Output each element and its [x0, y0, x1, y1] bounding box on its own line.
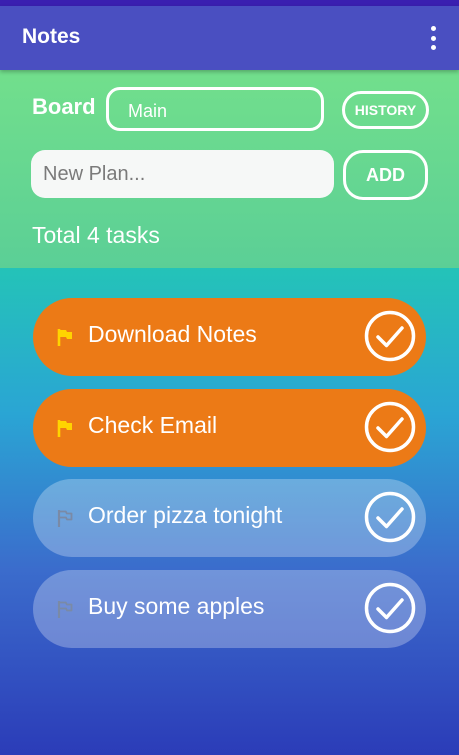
check-circle-icon[interactable]	[364, 491, 416, 543]
flag-outline-icon[interactable]	[55, 599, 75, 619]
control-panel: Board Main HISTORY ADD Total 4 tasks	[0, 70, 459, 268]
add-button[interactable]: ADD	[343, 150, 428, 200]
history-button[interactable]: HISTORY	[342, 91, 429, 129]
board-label: Board	[32, 94, 96, 119]
more-options-icon[interactable]	[423, 26, 443, 50]
task-label: Check Email	[88, 412, 218, 438]
total-tasks-text: Total 4 tasks	[32, 222, 160, 248]
check-circle-icon[interactable]	[364, 310, 416, 362]
check-circle-icon[interactable]	[364, 401, 416, 453]
app-title: Notes	[22, 25, 81, 48]
check-circle-icon[interactable]	[364, 582, 416, 634]
task-item[interactable]: Check Email	[33, 389, 426, 467]
board-selector[interactable]: Main	[106, 87, 324, 131]
board-selected-value: Main	[128, 101, 168, 121]
task-item[interactable]: Buy some apples	[33, 570, 426, 648]
flag-icon[interactable]	[55, 327, 75, 347]
task-label: Download Notes	[88, 321, 257, 347]
task-label: Buy some apples	[88, 593, 265, 619]
task-item[interactable]: Download Notes	[33, 298, 426, 376]
flag-icon[interactable]	[55, 418, 75, 438]
task-list: Download Notes Check Email Order pizza t…	[0, 268, 459, 755]
app-bar: Notes	[0, 6, 459, 70]
flag-outline-icon[interactable]	[55, 508, 75, 528]
new-plan-input[interactable]	[31, 150, 334, 198]
task-item[interactable]: Order pizza tonight	[33, 479, 426, 557]
task-label: Order pizza tonight	[88, 502, 283, 528]
